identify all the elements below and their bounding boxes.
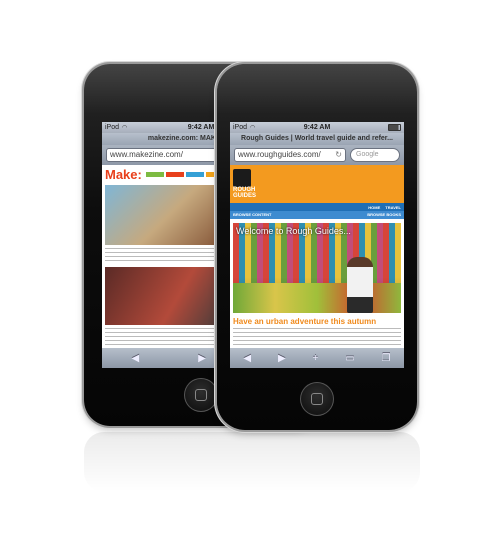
welcome-text: Welcome to Rough Guides...: [236, 226, 351, 236]
article-headline[interactable]: Have an urban adventure this autumn: [233, 317, 401, 326]
make-logo: Make:: [105, 166, 142, 182]
browse-books-link[interactable]: BROWSE BOOKS: [367, 212, 401, 217]
sub-nav: BROWSE CONTENT BROWSE BOOKS: [230, 211, 404, 219]
make-tabs: [145, 171, 224, 177]
home-button[interactable]: [184, 378, 218, 412]
battery-icon: [388, 124, 401, 131]
reload-icon[interactable]: ↻: [335, 149, 342, 161]
nav-travel[interactable]: TRAVEL: [385, 205, 401, 210]
forward-arrow-icon[interactable]: ▶: [198, 353, 206, 364]
rough-guides-logo-icon[interactable]: [233, 169, 251, 187]
home-button[interactable]: [300, 382, 334, 416]
article-text: [233, 328, 401, 348]
rough-guides-banner: ROUGH GUIDES: [230, 165, 404, 203]
bookmarks-icon[interactable]: ▭: [345, 353, 354, 364]
url-field[interactable]: www.roughguides.com/ ↻: [234, 148, 346, 162]
status-bar: iPod ◠ 9:42 AM: [230, 122, 404, 133]
top-nav: HOME TRAVEL: [230, 203, 404, 211]
rough-guides-logo-text: ROUGH GUIDES: [233, 187, 257, 199]
url-text: www.makezine.com/: [110, 150, 183, 159]
web-content[interactable]: ROUGH GUIDES HOME TRAVEL BROWSE CONTENT …: [230, 165, 404, 348]
browse-content-link[interactable]: BROWSE CONTENT: [233, 212, 271, 217]
nav-home[interactable]: HOME: [368, 205, 380, 210]
back-arrow-icon[interactable]: ◀: [131, 353, 139, 364]
add-icon[interactable]: +: [313, 353, 319, 364]
url-row: www.roughguides.com/ ↻ Google: [230, 145, 404, 165]
clock: 9:42 AM: [303, 124, 331, 131]
pages-icon[interactable]: ❐: [382, 353, 391, 364]
ipod-front: iPod ◠ 9:42 AM Rough Guides | World trav…: [217, 64, 417, 430]
back-arrow-icon[interactable]: ◀: [243, 353, 251, 364]
front-screen: iPod ◠ 9:42 AM Rough Guides | World trav…: [230, 122, 404, 368]
forward-arrow-icon[interactable]: ▶: [278, 353, 286, 364]
device-reflection: [84, 432, 420, 492]
page-title: Rough Guides | World travel guide and re…: [230, 133, 404, 145]
market-photo[interactable]: Welcome to Rough Guides...: [233, 223, 401, 313]
search-field[interactable]: Google: [350, 148, 400, 162]
safari-toolbar: ◀ ▶ + ▭ ❐: [230, 348, 404, 368]
url-text: www.roughguides.com/: [238, 150, 321, 159]
